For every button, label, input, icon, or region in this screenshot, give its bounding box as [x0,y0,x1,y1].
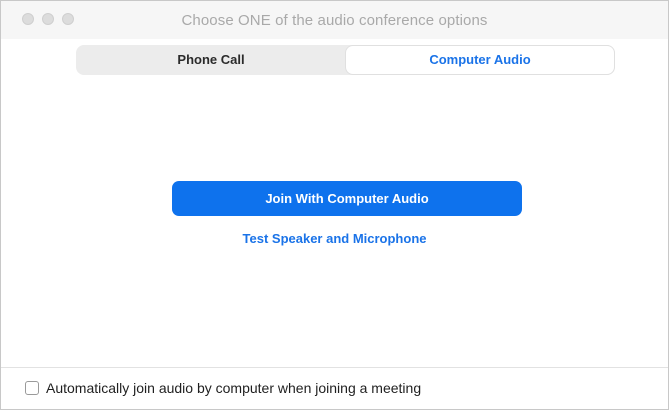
tab-computer-audio[interactable]: Computer Audio [346,46,614,74]
footer-divider [1,367,668,368]
join-with-computer-audio-button[interactable]: Join With Computer Audio [172,181,522,216]
auto-join-audio-label[interactable]: Automatically join audio by computer whe… [46,380,421,396]
window-title: Choose ONE of the audio conference optio… [181,12,488,29]
audio-options-window: Choose ONE of the audio conference optio… [0,0,669,410]
test-speaker-and-microphone-link[interactable]: Test Speaker and Microphone [1,231,668,246]
auto-join-audio-checkbox[interactable] [25,381,39,395]
title-bar: Choose ONE of the audio conference optio… [1,1,668,39]
audio-option-tabs: Phone Call Computer Audio [76,45,615,75]
tab-phone-call[interactable]: Phone Call [77,46,345,74]
